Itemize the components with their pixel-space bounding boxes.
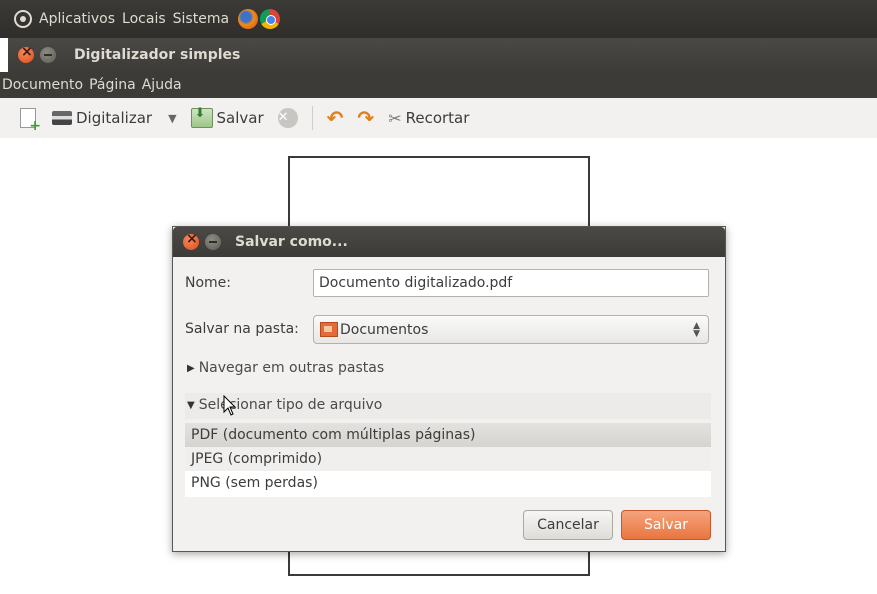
save-button[interactable]: Salvar (190, 106, 264, 128)
new-document-icon[interactable] (20, 108, 41, 134)
stop-scan-icon[interactable]: ✕ (277, 108, 298, 128)
save-icon (190, 106, 213, 128)
crop-button[interactable]: ✂ Recortar (388, 109, 469, 128)
crop-label: Recortar (405, 109, 470, 127)
menu-ajuda[interactable]: Ajuda (142, 77, 182, 93)
folder-icon (320, 322, 338, 337)
folder-value: Documentos (340, 321, 429, 338)
save-label: Salvar (216, 109, 264, 127)
filetype-expander[interactable]: ▼ Selecionar tipo de arquivo (187, 397, 382, 413)
panel-menu-locais[interactable]: Locais (122, 11, 166, 27)
crop-icon: ✂ (388, 108, 402, 128)
save-as-dialog: Salvar como... Nome: Salvar na pasta: Do… (172, 226, 726, 552)
expander-collapsed-icon: ▶ (187, 362, 195, 374)
scan-options-chevron-down-icon[interactable]: ▼ (168, 112, 176, 125)
panel-menu-sistema[interactable]: Sistema (173, 11, 229, 27)
chrome-icon[interactable] (260, 9, 281, 29)
folder-label: Salvar na pasta: (185, 321, 299, 337)
file-type-list: PDF (documento com múltiplas páginas) JP… (185, 423, 711, 497)
firefox-icon[interactable] (238, 9, 259, 29)
name-label: Nome: (185, 275, 232, 291)
scan-button[interactable]: Digitalizar (52, 109, 152, 127)
mouse-cursor-icon (223, 395, 237, 416)
folder-select[interactable]: Documentos ▲ ▼ (313, 315, 709, 344)
dialog-close-icon[interactable] (183, 231, 199, 250)
save-dialog-button[interactable]: Salvar (621, 510, 711, 540)
panel-menu-aplicativos[interactable]: Aplicativos (39, 11, 115, 27)
file-type-pdf[interactable]: PDF (documento com múltiplas páginas) (185, 423, 711, 447)
file-type-jpeg[interactable]: JPEG (comprimido) (185, 447, 711, 471)
top-panel: Aplicativos Locais Sistema (0, 0, 877, 38)
menubar: Documento Página Ajuda (0, 72, 877, 98)
toolbar-separator (311, 106, 313, 130)
dialog-title: Salvar como... (235, 234, 348, 250)
cancel-button[interactable]: Cancelar (523, 510, 613, 540)
app-title: Digitalizador simples (74, 47, 241, 63)
rotate-right-icon[interactable]: ↷ (357, 106, 374, 130)
window-close-icon[interactable] (18, 44, 34, 63)
scanner-icon (52, 111, 72, 125)
ubuntu-logo-icon[interactable] (14, 10, 32, 28)
window-minimize-icon[interactable] (40, 47, 56, 63)
menu-pagina[interactable]: Página (89, 77, 136, 93)
file-type-png[interactable]: PNG (sem perdas) (185, 471, 711, 495)
browse-label: Navegar em outras pastas (198, 360, 385, 376)
panel-menu: Aplicativos Locais Sistema (39, 11, 236, 27)
dialog-minimize-icon[interactable] (205, 234, 221, 250)
expander-expanded-icon: ▼ (187, 399, 195, 411)
scan-label: Digitalizar (76, 109, 153, 127)
rotate-left-icon[interactable]: ↶ (327, 106, 344, 130)
select-arrows-icon: ▲ ▼ (693, 321, 700, 339)
app-titlebar: Digitalizador simples (8, 38, 877, 72)
menu-documento[interactable]: Documento (2, 77, 83, 93)
dialog-titlebar: Salvar como... (173, 227, 725, 257)
browse-folders-expander[interactable]: ▶ Navegar em outras pastas (187, 360, 384, 376)
toolbar: Digitalizar ▼ Salvar ✕ ↶ ↷ ✂ Recortar (0, 98, 877, 138)
filename-input[interactable] (313, 269, 709, 297)
